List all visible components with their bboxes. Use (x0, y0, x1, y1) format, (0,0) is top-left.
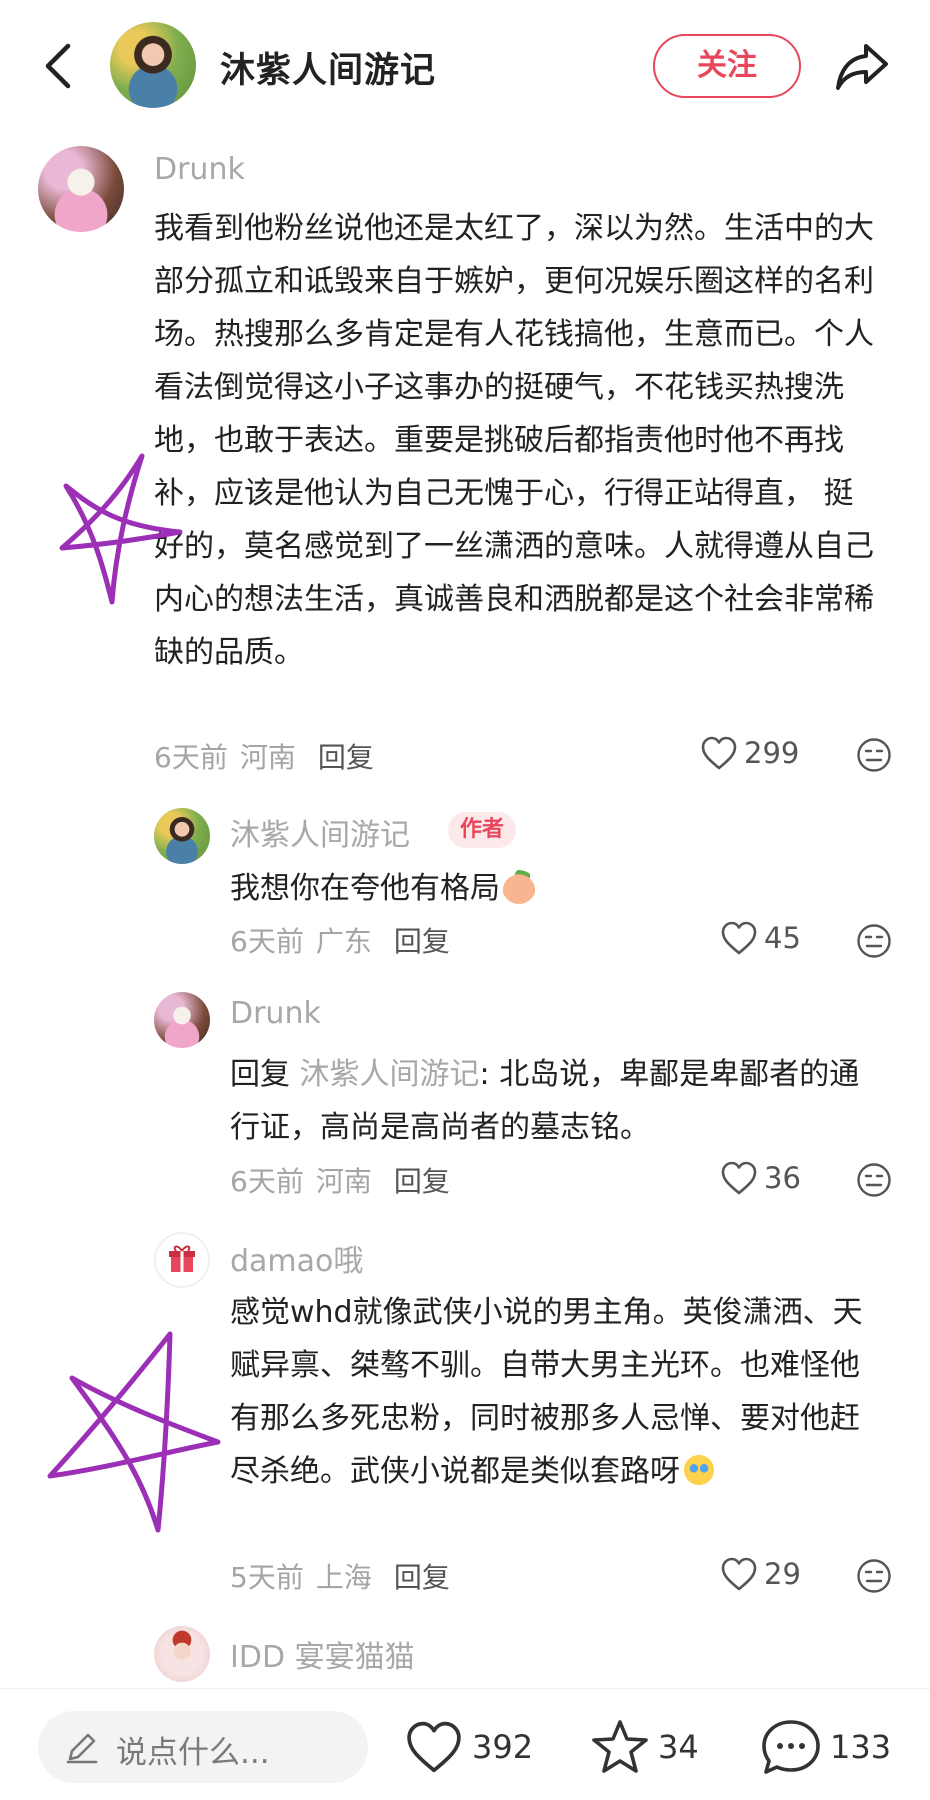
author-avatar[interactable] (110, 22, 196, 108)
comment-time: 6天前 (230, 925, 304, 958)
comment-count: 133 (830, 1728, 892, 1766)
star-icon (592, 1720, 648, 1773)
heart-icon (721, 1161, 757, 1195)
crying-emoji-icon (682, 1453, 716, 1487)
like-count: 45 (764, 921, 801, 955)
comment-time: 6天前 (154, 741, 228, 774)
avatar[interactable] (154, 1626, 210, 1682)
dislike-face-icon[interactable] (856, 923, 892, 959)
like-button[interactable]: 29 (720, 1554, 801, 1594)
share-arrow-icon[interactable] (832, 38, 892, 94)
author-name[interactable]: 沐紫人间游记 (220, 42, 436, 93)
comment-time: 6天前 (230, 1165, 304, 1198)
comment-text: 我看到他粉丝说他还是太红了，深以为然。生活中的大部分孤立和诋毁来自于嫉妒，更何况… (154, 211, 874, 670)
comment-text-body: 我想你在夸他有格局 (230, 871, 500, 906)
comment-text: 感觉whd就像武侠小说的男主角。英俊潇洒、天赋异禀、桀骜不驯。自带大男主光环。也… (230, 1286, 880, 1498)
comment-username[interactable]: Drunk (230, 996, 321, 1031)
comment-username[interactable]: 沐紫人间游记 (230, 810, 410, 854)
comment-username[interactable]: Drunk (154, 152, 245, 187)
comment-text: 我想你在夸他有格局 (230, 862, 870, 915)
dislike-face-icon[interactable] (856, 737, 892, 773)
comment-location: 广东 (315, 925, 372, 958)
reply-prefix: 回复 (230, 1057, 290, 1092)
comment-input-placeholder: 说点什么... (116, 1735, 270, 1771)
comment-time: 5天前 (230, 1561, 304, 1594)
comment-meta: 6天前 河南 回复 (230, 1160, 450, 1200)
avatar[interactable] (154, 992, 210, 1048)
comment-input[interactable]: 说点什么... (38, 1711, 368, 1783)
like-count: 36 (764, 1161, 801, 1195)
heart-icon (721, 921, 757, 955)
comment-bubble-icon (762, 1720, 820, 1774)
like-button[interactable]: 45 (720, 918, 801, 958)
comments-button[interactable]: 133 (760, 1715, 891, 1779)
dislike-face-icon[interactable] (856, 1558, 892, 1594)
favorite-count: 34 (658, 1728, 699, 1766)
chevron-left-icon[interactable] (34, 36, 82, 96)
like-post-button[interactable]: 392 (404, 1715, 533, 1779)
heart-icon (721, 1557, 757, 1591)
gift-icon (169, 1245, 195, 1272)
like-count: 29 (764, 1557, 801, 1591)
top-bar: 沐紫人间游记 关注 (0, 0, 930, 130)
heart-icon (701, 736, 737, 770)
avatar[interactable] (154, 1232, 210, 1288)
mention-link[interactable]: 沐紫人间游记 (300, 1057, 480, 1092)
comment-meta: 6天前 广东 回复 (230, 920, 450, 960)
avatar[interactable] (154, 808, 210, 864)
reply-button[interactable]: 回复 (394, 925, 450, 958)
reply-button[interactable]: 回复 (318, 741, 374, 774)
comment-meta: 6天前 河南 回复 (154, 736, 374, 776)
reply-button[interactable]: 回复 (394, 1165, 450, 1198)
comment-location: 河南 (315, 1165, 372, 1198)
favorite-button[interactable]: 34 (590, 1715, 699, 1779)
comment-username[interactable]: damao哦 (230, 1236, 363, 1280)
like-button[interactable]: 36 (720, 1158, 801, 1198)
comment-username[interactable]: IDD 宴宴猫猫 (230, 1632, 415, 1676)
bottom-bar: 说点什么... 392 34 133 (0, 1688, 930, 1800)
comment-location: 河南 (239, 741, 296, 774)
comment-location: 上海 (315, 1561, 372, 1594)
author-badge: 作者 (448, 812, 517, 848)
peach-emoji-icon (502, 870, 536, 904)
post-like-count: 392 (472, 1728, 534, 1766)
like-button[interactable]: 299 (700, 733, 799, 773)
comment-text: 回复 沐紫人间游记: 北岛说，卑鄙是卑鄙者的通行证，高尚是高尚者的墓志铭。 (230, 1048, 880, 1154)
comment-meta: 5天前 上海 回复 (230, 1556, 450, 1596)
follow-button[interactable]: 关注 (653, 34, 801, 98)
dislike-face-icon[interactable] (856, 1162, 892, 1198)
reply-button[interactable]: 回复 (394, 1561, 450, 1594)
hand-drawn-star-2 (47, 1331, 221, 1533)
avatar[interactable] (38, 146, 124, 232)
like-count: 299 (744, 736, 800, 770)
heart-icon (407, 1721, 461, 1773)
comment-text-body: 感觉whd就像武侠小说的男主角。英俊潇洒、天赋异禀、桀骜不驯。自带大男主光环。也… (230, 1295, 863, 1489)
pencil-icon (66, 1733, 98, 1764)
